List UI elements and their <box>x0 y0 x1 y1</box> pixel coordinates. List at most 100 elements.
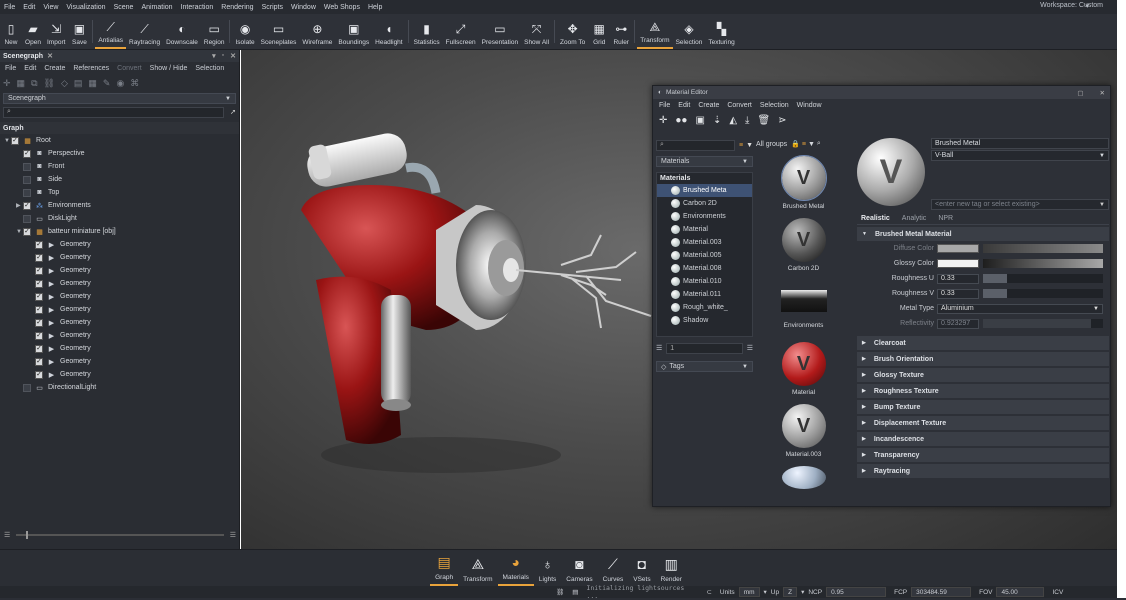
tree-row[interactable]: ◙ Side <box>0 173 239 186</box>
all-groups-label[interactable]: All groups <box>756 141 787 148</box>
fcp-input[interactable]: 303484.59 <box>911 587 972 597</box>
toolbar-import-button[interactable]: ⇲ Import <box>44 14 68 49</box>
section-glossy-texture[interactable]: ▶ Glossy Texture <box>857 368 1109 382</box>
visibility-checkbox[interactable]: ✓ <box>23 227 31 236</box>
toolbar-boundings-button[interactable]: ▣ Boundings <box>335 14 372 49</box>
chevron-down-icon[interactable]: ▾ <box>212 52 216 60</box>
visibility-checkbox[interactable] <box>23 175 31 184</box>
tab-realistic[interactable]: Realistic <box>861 215 890 222</box>
toolbar-show-all-button[interactable]: ⤧ Show All <box>521 14 552 49</box>
section-clearcoat[interactable]: ▶ Clearcoat <box>857 336 1109 350</box>
sort-icon[interactable]: ≡ <box>802 141 806 148</box>
module-vsets-button[interactable]: ◘ VSets <box>628 550 655 586</box>
add-icon[interactable]: ✛ <box>659 115 667 126</box>
section-displacement-texture[interactable]: ▶ Displacement Texture <box>857 416 1109 430</box>
tree-row[interactable]: ✓ ▶ Geometry <box>0 368 239 381</box>
reflectivity-input[interactable]: 0.923297 <box>937 318 979 329</box>
module-graph-button[interactable]: ▤ Graph <box>430 550 459 586</box>
float-icon[interactable]: ▫ <box>222 52 224 60</box>
toolbar-selection-button[interactable]: ◈ Selection <box>673 14 706 49</box>
material-search-input[interactable]: ⌕ <box>656 139 735 151</box>
section-roughness-texture[interactable]: ▶ Roughness Texture <box>857 384 1109 398</box>
menu-animation[interactable]: Animation <box>137 4 176 11</box>
edit-icon[interactable]: ✎ <box>103 78 111 89</box>
section-incandescence[interactable]: ▶ Incandescence <box>857 432 1109 446</box>
material-list-item[interactable]: Material.010 <box>657 275 752 288</box>
material-list-item[interactable]: Material.011 <box>657 288 752 301</box>
section-brushed-metal-material[interactable]: ▼ Brushed Metal Material <box>857 227 1109 241</box>
toolbar-texturing-button[interactable]: ▚ Texturing <box>705 14 737 49</box>
reflectivity-slider[interactable] <box>983 319 1103 328</box>
menu-rendering[interactable]: Rendering <box>217 4 257 11</box>
material-list-item[interactable]: Material.003 <box>657 236 752 249</box>
menu-view[interactable]: View <box>39 4 62 11</box>
toolbar-zoom-to-button[interactable]: ✥ Zoom To <box>557 14 588 49</box>
visibility-checkbox[interactable] <box>23 383 31 392</box>
glossy-color-swatch[interactable] <box>937 259 979 268</box>
module-materials-button[interactable]: ◕ Materials <box>497 550 534 586</box>
me-menu-selection[interactable]: Selection <box>756 102 793 109</box>
material-list-item[interactable]: Rough_white_ <box>657 301 752 314</box>
tree-row[interactable]: ✓ ▶ Geometry <box>0 238 239 251</box>
material-name-field[interactable]: Brushed Metal <box>931 138 1109 149</box>
filter-icon[interactable]: ▼ <box>808 141 815 148</box>
roughness-v-slider[interactable] <box>983 289 1103 298</box>
visibility-checkbox[interactable]: ✓ <box>35 318 43 327</box>
tab-analytic[interactable]: Analytic <box>902 215 927 222</box>
link-icon[interactable]: ⋗ <box>778 115 786 126</box>
expand-icon[interactable]: ▶ <box>16 202 23 209</box>
menu-help[interactable]: Help <box>364 4 386 11</box>
toolbar-ruler-button[interactable]: ⊶ Ruler <box>610 14 632 49</box>
filter-icon[interactable]: ▼ <box>746 142 753 149</box>
thumbnail-environments[interactable]: Environments <box>756 278 851 340</box>
scenegraph-combo[interactable]: Scenegraph ▼ <box>3 93 236 104</box>
lock-icon[interactable]: 🔒 <box>791 140 800 148</box>
preview-type-combo[interactable]: V-Ball ▼ <box>931 150 1109 161</box>
material-list-item[interactable]: Material <box>657 223 752 236</box>
diffuse-color-slider[interactable] <box>983 244 1103 253</box>
sort-icon[interactable]: ≡ <box>739 142 743 149</box>
material-list-item[interactable]: Material.008 <box>657 262 752 275</box>
section-raytracing[interactable]: ▶ Raytracing <box>857 464 1109 478</box>
tree-row[interactable]: ✓ ▶ Geometry <box>0 277 239 290</box>
list-icon[interactable]: ☰ <box>747 344 753 352</box>
tree-row[interactable]: ▼ ✓ ▦ batteur miniature [obj] <box>0 225 239 238</box>
tree-row[interactable]: ▼ ✓ ▦ Root <box>0 134 239 147</box>
visibility-checkbox[interactable]: ✓ <box>35 370 43 379</box>
toolbar-fullscreen-button[interactable]: ⤢ Fullscreen <box>443 14 479 49</box>
console-icon[interactable]: ▤ <box>568 588 582 596</box>
cursor-select-icon[interactable]: ➚ <box>230 108 236 116</box>
tag-icon[interactable]: ◇ <box>61 78 68 89</box>
menu-window[interactable]: Window <box>287 4 320 11</box>
material-list-item[interactable]: Shadow <box>657 314 752 327</box>
close-icon[interactable]: ✕ <box>47 52 53 60</box>
expand-icon[interactable]: ▼ <box>16 229 23 235</box>
roughness-u-input[interactable]: 0.33 <box>937 273 979 284</box>
menu-visualization[interactable]: Visualization <box>62 4 109 11</box>
toolbar-grid-button[interactable]: ▦ Grid <box>588 14 610 49</box>
list-icon[interactable]: ☰ <box>230 531 236 539</box>
toolbar-save-button[interactable]: ▣ Save <box>68 14 90 49</box>
close-icon[interactable]: ✕ <box>1100 89 1105 97</box>
visibility-checkbox[interactable]: ✓ <box>35 305 43 314</box>
search-icon[interactable]: ⌕ <box>817 140 821 148</box>
tree-row[interactable]: ◙ Front <box>0 160 239 173</box>
roughness-v-input[interactable]: 0.33 <box>937 288 979 299</box>
tree-row[interactable]: ✓ ▶ Geometry <box>0 303 239 316</box>
menu-interaction[interactable]: Interaction <box>177 4 218 11</box>
add-icon[interactable]: ✛ <box>3 78 11 89</box>
eye-icon[interactable]: ◉ <box>116 78 124 89</box>
menu-edit[interactable]: Edit <box>19 4 39 11</box>
thumbnail-material[interactable]: V Material <box>756 340 851 402</box>
me-menu-window[interactable]: Window <box>793 102 826 109</box>
visibility-checkbox[interactable]: ✓ <box>35 279 43 288</box>
sg-menu-file[interactable]: File <box>2 65 19 72</box>
link-icon[interactable]: ⛓ <box>44 78 55 89</box>
ncp-input[interactable]: 0.95 <box>826 587 887 597</box>
up-axis-select[interactable]: Z <box>783 587 798 597</box>
delete-icon[interactable]: 🗑 <box>757 115 770 126</box>
thumbnail-material-003[interactable]: V Material.003 <box>756 402 851 464</box>
tree-row[interactable]: ✓ ▶ Geometry <box>0 290 239 303</box>
section-brush-orientation[interactable]: ▶ Brush Orientation <box>857 352 1109 366</box>
toolbar-transform-button[interactable]: ⟁ Transform <box>637 14 673 49</box>
